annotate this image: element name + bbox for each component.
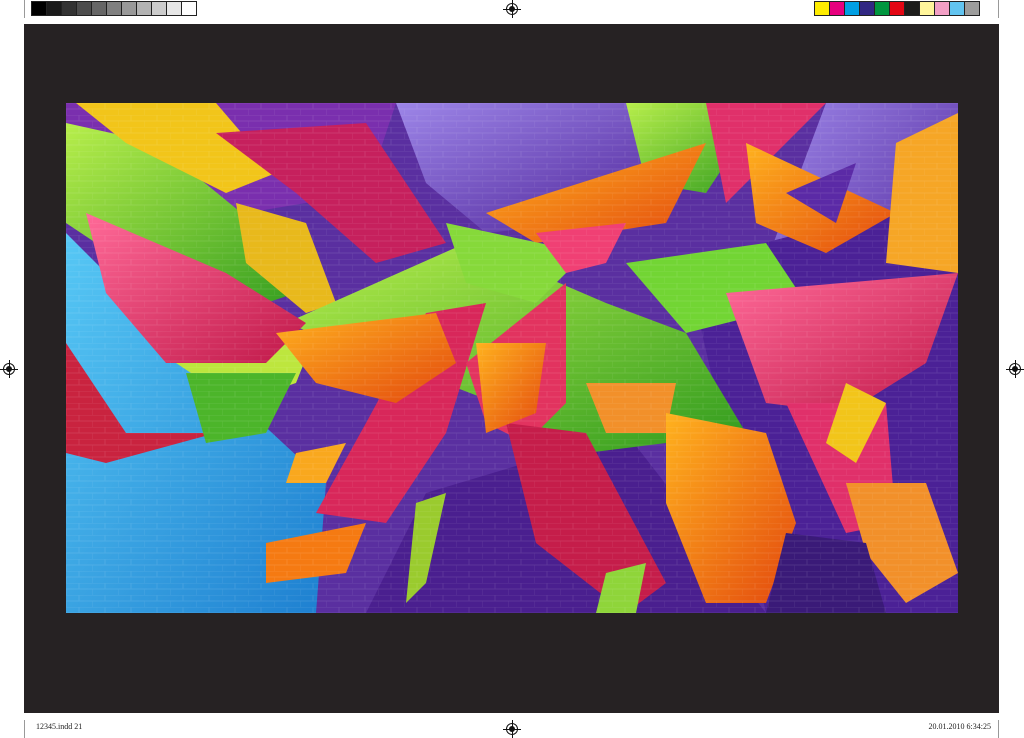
registration-mark-bottom-icon	[503, 720, 521, 738]
registration-mark-left-icon	[0, 360, 18, 378]
grayscale-swatch	[76, 1, 92, 16]
grayscale-swatch	[106, 1, 122, 16]
crop-mark	[24, 0, 25, 18]
crop-mark	[24, 720, 25, 738]
process-color-swatch	[934, 1, 950, 16]
grayscale-swatch	[121, 1, 137, 16]
registration-mark-right-icon	[1006, 360, 1024, 378]
graffiti-artwork-image	[66, 103, 958, 613]
grayscale-swatch	[31, 1, 47, 16]
grayscale-swatch	[61, 1, 77, 16]
process-color-swatch	[889, 1, 905, 16]
process-color-bar	[814, 1, 980, 17]
process-color-swatch	[904, 1, 920, 16]
grayscale-swatch	[91, 1, 107, 16]
crop-mark	[998, 0, 999, 18]
grayscale-swatch	[136, 1, 152, 16]
process-color-swatch	[949, 1, 965, 16]
crop-mark	[998, 720, 999, 738]
process-color-swatch	[844, 1, 860, 16]
process-color-swatch	[874, 1, 890, 16]
timestamp-label: 20.01.2010 6:34:25	[928, 722, 991, 731]
process-color-swatch	[919, 1, 935, 16]
registration-mark-top-icon	[503, 0, 521, 18]
grayscale-swatch	[166, 1, 182, 16]
grayscale-swatch	[151, 1, 167, 16]
process-color-swatch	[859, 1, 875, 16]
process-color-swatch	[829, 1, 845, 16]
grayscale-swatch	[46, 1, 62, 16]
grayscale-swatch	[181, 1, 197, 16]
process-color-swatch	[814, 1, 830, 16]
grayscale-color-bar	[31, 1, 197, 17]
file-name-label: 12345.indd 21	[36, 722, 83, 731]
process-color-swatch	[964, 1, 980, 16]
